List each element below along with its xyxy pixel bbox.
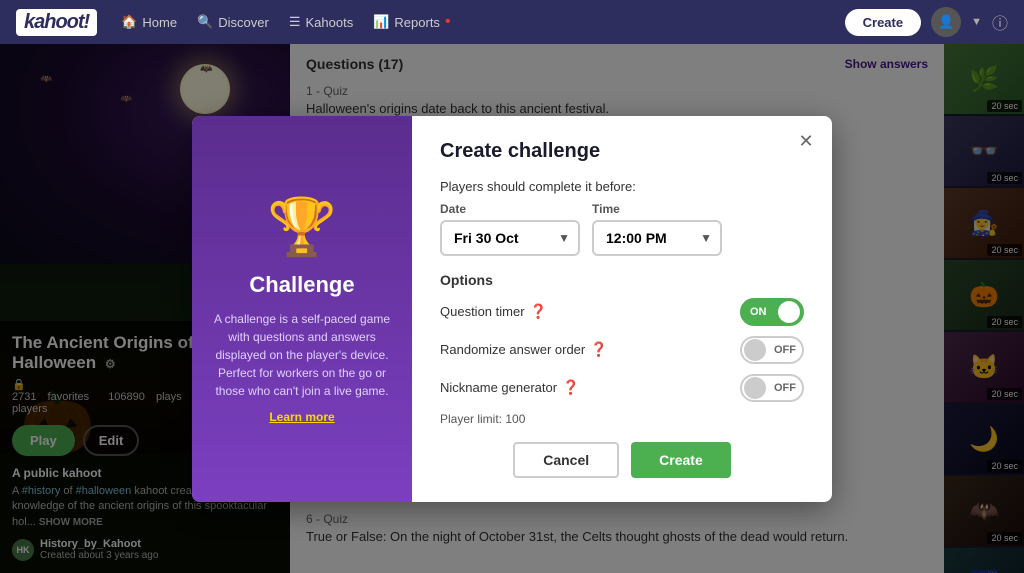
reports-badge: • [445, 13, 451, 31]
nav-right: Create 👤 ▼ ⓘ [845, 7, 1008, 37]
randomize-order-off-label: OFF [774, 344, 796, 356]
create-button[interactable]: Create [845, 9, 921, 36]
question-timer-label: Question timer ❓ [440, 303, 547, 320]
chevron-down-icon: ▼ [971, 16, 982, 28]
question-timer-row: Question timer ❓ ON [440, 298, 804, 326]
nickname-knob [744, 377, 766, 399]
date-select-wrapper: Fri 30 Oct Sat 31 Oct Sun 1 Nov ▼ [440, 220, 580, 256]
modal-overlay: 🏆 Challenge A challenge is a self-paced … [0, 44, 1024, 573]
nav-kahoots-label: Kahoots [306, 15, 354, 30]
navbar: kahoot! 🏠 Home 🔍 Discover ☰ Kahoots 📊 Re… [0, 0, 1024, 44]
options-title: Options [440, 272, 804, 288]
home-icon: 🏠 [121, 14, 137, 30]
main-background: 🦇 🦇 🦇 🎃 The Ancient Origins of Halloween… [0, 44, 1024, 573]
randomize-help-icon[interactable]: ❓ [590, 341, 607, 358]
randomize-order-toggle[interactable]: OFF [740, 336, 804, 364]
time-label: Time [592, 202, 722, 216]
help-icon[interactable]: ⓘ [992, 10, 1008, 34]
nav-kahoots[interactable]: ☰ Kahoots [289, 14, 353, 30]
question-timer-knob [778, 301, 800, 323]
question-timer-toggle[interactable]: ON [740, 298, 804, 326]
modal-title: Create challenge [440, 140, 804, 163]
nav-home[interactable]: 🏠 Home [121, 14, 177, 30]
nav-reports-label: Reports [394, 15, 440, 30]
question-timer-help-icon[interactable]: ❓ [530, 303, 547, 320]
modal-footer: Cancel Create [440, 442, 804, 478]
time-select-wrapper: 12:00 PM 1:00 PM 2:00 PM ▼ [592, 220, 722, 256]
nickname-generator-toggle[interactable]: OFF [740, 374, 804, 402]
date-time-row: Date Fri 30 Oct Sat 31 Oct Sun 1 Nov ▼ T… [440, 202, 804, 256]
randomize-order-knob [744, 339, 766, 361]
date-field: Date Fri 30 Oct Sat 31 Oct Sun 1 Nov ▼ [440, 202, 580, 256]
avatar[interactable]: 👤 [931, 7, 961, 37]
nav-discover[interactable]: 🔍 Discover [197, 14, 269, 30]
reports-icon: 📊 [373, 14, 389, 30]
cancel-button[interactable]: Cancel [513, 442, 619, 478]
player-limit: Player limit: 100 [440, 412, 804, 426]
nav-reports[interactable]: 📊 Reports • [373, 13, 450, 31]
modal-left-panel: 🏆 Challenge A challenge is a self-paced … [192, 116, 412, 502]
date-label: Date [440, 202, 580, 216]
modal-challenge-title: Challenge [249, 272, 354, 298]
date-select[interactable]: Fri 30 Oct Sat 31 Oct Sun 1 Nov [440, 220, 580, 256]
trophy-icon: 🏆 [267, 194, 337, 260]
nickname-off-label: OFF [774, 382, 796, 394]
nickname-generator-label: Nickname generator ❓ [440, 379, 580, 396]
logo: kahoot! [16, 9, 97, 36]
modal-close-button[interactable]: ✕ [792, 128, 820, 156]
nav-discover-label: Discover [218, 15, 269, 30]
kahoots-icon: ☰ [289, 14, 301, 30]
nickname-generator-row: Nickname generator ❓ OFF [440, 374, 804, 402]
time-select[interactable]: 12:00 PM 1:00 PM 2:00 PM [592, 220, 722, 256]
nav-items: 🏠 Home 🔍 Discover ☰ Kahoots 📊 Reports • [121, 13, 820, 31]
randomize-order-row: Randomize answer order ❓ OFF [440, 336, 804, 364]
create-button[interactable]: Create [631, 442, 731, 478]
learn-more-link[interactable]: Learn more [269, 410, 334, 424]
nickname-help-icon[interactable]: ❓ [562, 379, 579, 396]
modal-right-panel: ✕ Create challenge Players should comple… [412, 116, 832, 502]
modal-challenge-description: A challenge is a self-paced game with qu… [212, 310, 392, 400]
randomize-order-label: Randomize answer order ❓ [440, 341, 608, 358]
complete-before-label: Players should complete it before: [440, 179, 804, 194]
options-section: Options Question timer ❓ ON [440, 272, 804, 402]
nav-home-label: Home [142, 15, 177, 30]
question-timer-on-label: ON [750, 306, 767, 318]
discover-icon: 🔍 [197, 14, 213, 30]
create-challenge-modal: 🏆 Challenge A challenge is a self-paced … [192, 116, 832, 502]
time-field: Time 12:00 PM 1:00 PM 2:00 PM ▼ [592, 202, 722, 256]
